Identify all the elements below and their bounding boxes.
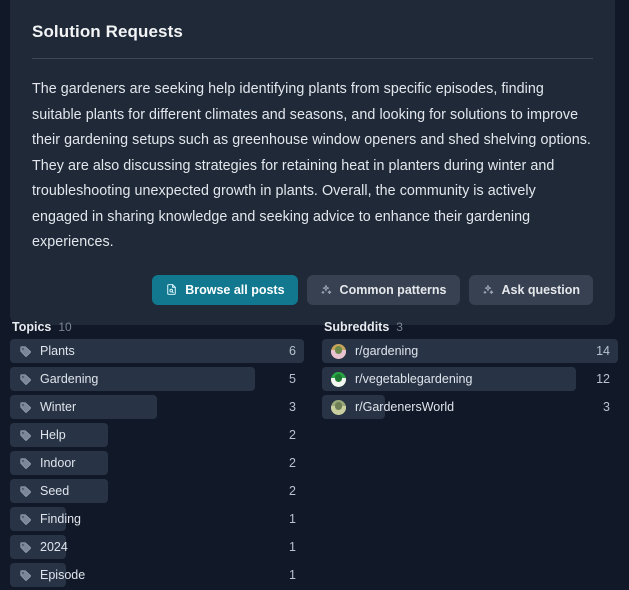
topic-row[interactable]: Finding 1	[10, 507, 304, 531]
topics-panel: Topics 10 Plants 6 Gardening 5 Winter 3 Help 2 I…	[0, 320, 314, 590]
subreddits-count: 3	[396, 320, 403, 334]
topic-count: 1	[289, 568, 296, 582]
subreddit-row[interactable]: r/GardenersWorld 3	[322, 395, 618, 419]
row-content: Seed 2	[10, 479, 304, 503]
topic-count: 5	[289, 372, 296, 386]
tag-icon	[19, 457, 32, 470]
page-root: Solution Requests The gardeners are seek…	[0, 0, 629, 590]
subreddit-avatar-gardenersworld	[331, 399, 346, 415]
topic-count: 1	[289, 540, 296, 554]
topic-row[interactable]: Help 2	[10, 423, 304, 447]
topic-row[interactable]: Episode 1	[10, 563, 304, 587]
ask-question-label: Ask question	[501, 282, 581, 297]
card-action-bar: Browse all posts Common patterns Ask que…	[32, 274, 593, 305]
title-divider	[32, 58, 593, 59]
file-search-icon	[165, 283, 178, 296]
topic-count: 2	[289, 484, 296, 498]
subreddit-count: 12	[596, 372, 610, 386]
row-content: Plants 6	[10, 339, 304, 363]
subreddit-count: 14	[596, 344, 610, 358]
subreddit-label: r/vegetablegardening	[355, 372, 473, 386]
topic-row[interactable]: Winter 3	[10, 395, 304, 419]
subreddits-list: r/gardening 14 r/vegetablegardening 12 r/Gar…	[322, 339, 618, 419]
summary-text: The gardeners are seeking help identifyi…	[32, 81, 591, 250]
row-content: Winter 3	[10, 395, 304, 419]
tag-icon	[19, 513, 32, 526]
topic-label: Episode	[40, 568, 86, 582]
row-content: r/gardening 14	[322, 339, 618, 363]
row-content: r/vegetablegardening 12	[322, 367, 618, 391]
common-patterns-button[interactable]: Common patterns	[306, 274, 460, 305]
tag-icon	[19, 541, 32, 554]
browse-all-posts-label: Browse all posts	[185, 282, 285, 297]
subreddit-label: r/gardening	[355, 344, 419, 358]
topics-count: 10	[58, 320, 72, 334]
subreddit-avatar-gardening	[331, 343, 346, 359]
sparkles-icon	[320, 283, 333, 296]
row-content: Finding 1	[10, 507, 304, 531]
topic-label: Plants	[40, 344, 75, 358]
topic-row[interactable]: Plants 6	[10, 339, 304, 363]
topics-header: Topics 10	[10, 320, 304, 334]
topic-count: 6	[289, 344, 296, 358]
row-content: 2024 1	[10, 535, 304, 559]
tag-icon	[19, 485, 32, 498]
row-content: Gardening 5	[10, 367, 304, 391]
subreddits-title: Subreddits	[324, 320, 390, 334]
row-content: Indoor 2	[10, 451, 304, 475]
row-content: Help 2	[10, 423, 304, 447]
subreddits-panel: Subreddits 3 r/gardening 14 r/vegetablegar…	[314, 320, 628, 590]
topic-label: 2024	[40, 540, 68, 554]
tag-icon	[19, 429, 32, 442]
solution-requests-card: Solution Requests The gardeners are seek…	[10, 0, 615, 325]
tag-icon	[19, 373, 32, 386]
common-patterns-label: Common patterns	[339, 282, 447, 297]
topic-label: Indoor	[40, 456, 76, 470]
tag-icon	[19, 401, 32, 414]
ask-question-button[interactable]: Ask question	[468, 274, 593, 305]
topics-title: Topics	[12, 320, 52, 334]
row-content: r/GardenersWorld 3	[322, 395, 618, 419]
stats-panels: Topics 10 Plants 6 Gardening 5 Winter 3 Help 2 I…	[0, 320, 629, 590]
sparkles-icon	[482, 283, 495, 296]
subreddit-row[interactable]: r/vegetablegardening 12	[322, 367, 618, 391]
topic-count: 2	[289, 428, 296, 442]
topics-list: Plants 6 Gardening 5 Winter 3 Help 2 Indoor 2 Seed…	[10, 339, 304, 587]
subreddit-avatar-vegetablegardening	[331, 371, 346, 387]
topic-label: Winter	[40, 400, 77, 414]
topic-count: 1	[289, 512, 296, 526]
topic-row[interactable]: 2024 1	[10, 535, 304, 559]
topic-label: Gardening	[40, 372, 99, 386]
topic-count: 2	[289, 456, 296, 470]
subreddit-count: 3	[603, 400, 610, 414]
page-title: Solution Requests	[32, 22, 183, 41]
topic-row[interactable]: Indoor 2	[10, 451, 304, 475]
tag-icon	[19, 569, 32, 582]
row-content: Episode 1	[10, 563, 304, 587]
subreddits-header: Subreddits 3	[322, 320, 618, 334]
topic-label: Help	[40, 428, 66, 442]
browse-all-posts-button[interactable]: Browse all posts	[152, 274, 298, 305]
topic-label: Finding	[40, 512, 81, 526]
tag-icon	[19, 345, 32, 358]
topic-row[interactable]: Seed 2	[10, 479, 304, 503]
subreddit-row[interactable]: r/gardening 14	[322, 339, 618, 363]
subreddit-label: r/GardenersWorld	[355, 400, 455, 414]
topic-count: 3	[289, 400, 296, 414]
topic-label: Seed	[40, 484, 70, 498]
topic-row[interactable]: Gardening 5	[10, 367, 304, 391]
